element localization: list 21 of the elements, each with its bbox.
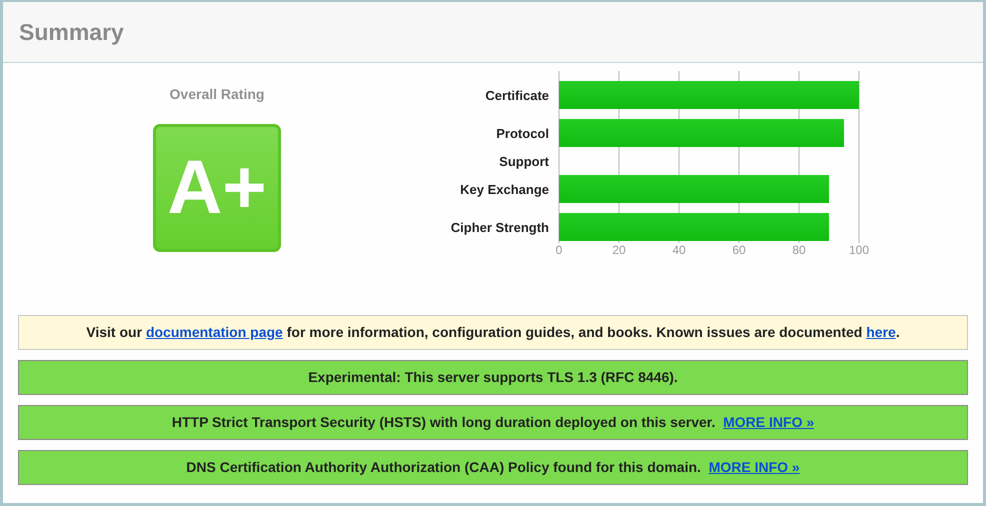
notice-text: HTTP Strict Transport Security (HSTS) with long duration deployed on this server. MORE INFO »	[172, 413, 814, 432]
notice-text: DNS Certification Authority Authorization (CAA) Policy found for this domain. MORE INFO »	[186, 458, 800, 477]
panel-title: Summary	[19, 18, 124, 47]
notice-text: Experimental: This server supports TLS 1.3 (RFC 8446).	[308, 368, 678, 387]
notice-link[interactable]: documentation page	[146, 324, 283, 340]
axis-tick-label: 100	[848, 243, 870, 257]
rating-label: Overall Rating	[170, 85, 264, 104]
grade-badge: A+	[153, 124, 281, 252]
axis-tick-label: 0	[556, 243, 562, 257]
axis-tick-label: 60	[732, 243, 746, 257]
notice-link[interactable]: MORE INFO »	[723, 414, 814, 430]
category-label: Protocol Support	[496, 126, 549, 169]
category-label: Cipher Strength	[450, 220, 549, 235]
axis-tick-label: 80	[792, 243, 806, 257]
category-label: Certificate	[485, 88, 549, 103]
notice-text: Visit our documentation page for more information, configuration guides, and books. Known issues are documented here.	[86, 323, 900, 342]
notice-link[interactable]: MORE INFO »	[708, 459, 800, 475]
axis-tick-label: 40	[672, 243, 686, 257]
notice-link[interactable]: here	[866, 324, 896, 340]
axis-tick-label: 20	[612, 243, 626, 257]
category-label: Key Exchange	[460, 182, 549, 197]
